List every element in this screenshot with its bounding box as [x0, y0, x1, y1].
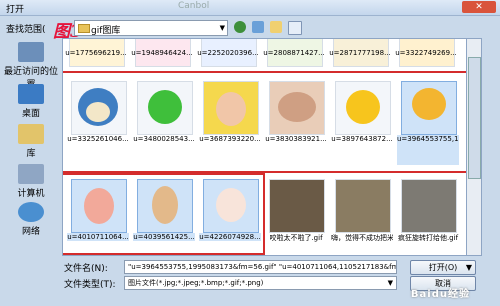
file-item-selected[interactable]: u=3964553755,1995083173&fm=56.gif — [397, 79, 459, 165]
file-list[interactable]: u=1775696219... u=1948946424... u=225202… — [62, 38, 468, 256]
window-title: 打开 — [6, 5, 25, 15]
scrollbar-thumb[interactable] — [468, 57, 481, 179]
file-item[interactable]: 嗨，觉得不成功把米.gif — [331, 177, 393, 246]
up-folder-icon[interactable] — [251, 21, 264, 33]
thumbnail — [335, 81, 391, 135]
emoticon-image — [346, 90, 380, 124]
bottom-panel: 文件名(N): "u=3964553755,1995083173&fm=56.g… — [0, 256, 500, 306]
chevron-down-icon: ▼ — [387, 279, 393, 287]
file-item[interactable]: u=3480028543... — [133, 79, 195, 148]
thumbnail — [401, 81, 457, 135]
cartoon-face — [86, 102, 110, 122]
file-caption: u=3687393220... — [199, 135, 261, 143]
library-icon — [18, 124, 44, 144]
thumbnail — [335, 179, 391, 233]
cartoon-image — [152, 186, 178, 224]
thumbnail — [71, 81, 127, 135]
file-item-selected[interactable]: u=4010711064... — [67, 177, 129, 246]
file-caption: u=3322749269... — [395, 49, 457, 57]
look-in-value: gif图库 — [91, 26, 121, 36]
thumbnail — [401, 179, 457, 233]
bunny-image — [216, 188, 246, 222]
file-caption: u=2252020396... — [197, 49, 259, 57]
look-in-row: 查找范围( 图3 gif图库 ▼ — [0, 16, 500, 42]
thumbnail — [269, 179, 325, 233]
thumbnail — [203, 179, 259, 233]
places-bar: 最近访问的位置 桌面 库 计算机 网络 — [0, 38, 62, 254]
place-computer[interactable]: 计算机 — [0, 164, 62, 199]
file-caption: 嗨，觉得不成功把米.gif — [331, 234, 393, 242]
file-caption: 疯狂旋转打给他.gif — [397, 234, 459, 242]
folder-icon — [78, 24, 90, 33]
network-icon — [18, 202, 44, 222]
file-item-selected[interactable]: u=4226074928... — [199, 177, 261, 246]
new-folder-icon[interactable] — [269, 21, 282, 33]
file-caption: 咬啦太不啦了.gif — [269, 234, 323, 242]
file-item[interactable]: 咬啦太不啦了.gif — [265, 177, 327, 246]
file-caption: u=1948946424... — [131, 49, 193, 57]
file-caption: u=4226074928... — [199, 233, 261, 241]
file-item-selected[interactable]: u=4039561425... — [133, 177, 195, 246]
place-label: 网络 — [21, 227, 40, 237]
file-caption: u=2808871427... — [263, 49, 325, 57]
place-desktop[interactable]: 桌面 — [0, 84, 62, 119]
file-caption: u=3830383921... — [265, 135, 327, 143]
back-icon[interactable] — [234, 21, 246, 33]
look-in-label: 查找范围( — [6, 25, 46, 35]
cartoon-image — [84, 188, 114, 224]
title-bar: 打开 Canbol ✕ — [0, 0, 500, 16]
open-button-label: 打开(O) — [428, 263, 458, 272]
file-caption: u=3964553755,1995083173&fm=56.gif — [397, 135, 459, 165]
place-label: 库 — [26, 149, 36, 159]
file-caption: u=1775696219... — [65, 49, 127, 57]
thumbnail — [269, 81, 325, 135]
watermark: Baidu经验 — [410, 289, 470, 300]
file-item[interactable]: u=3687393220... — [199, 79, 261, 148]
file-caption: u=3325261046... — [67, 135, 129, 143]
mushroom-image — [412, 88, 446, 120]
background-window-title: Canbol — [178, 1, 210, 11]
place-label: 桌面 — [21, 109, 40, 119]
filetype-label: 文件类型(T): — [64, 280, 116, 290]
photo-image — [278, 92, 316, 122]
open-button[interactable]: 打开(O) ▼ — [410, 260, 476, 275]
file-caption: u=3480028543... — [133, 135, 195, 143]
view-menu-icon[interactable] — [287, 21, 302, 35]
look-in-combo[interactable]: gif图库 ▼ — [74, 20, 228, 36]
cartoon-image — [148, 90, 182, 124]
computer-icon — [18, 164, 44, 184]
file-caption: u=2871777198... — [329, 49, 391, 57]
file-item[interactable]: u=3897643872... — [331, 79, 393, 148]
filetype-value: 图片文件(*.jpg;*.jpeg;*.bmp;*.gif;*.png) — [128, 279, 264, 287]
chevron-down-icon: ▼ — [465, 263, 472, 272]
thumbnail — [203, 81, 259, 135]
file-caption: u=4039561425... — [133, 233, 195, 241]
file-item[interactable]: u=3325261046... — [67, 79, 129, 148]
file-caption: u=4010711064... — [67, 233, 129, 241]
place-library[interactable]: 库 — [0, 124, 62, 159]
thumbnail — [137, 179, 193, 233]
thumbnail — [137, 81, 193, 135]
file-caption: u=3897643872... — [331, 135, 393, 143]
file-item[interactable]: 疯狂旋转打给他.gif — [397, 177, 459, 246]
chevron-down-icon: ▼ — [219, 24, 225, 32]
recent-places-icon — [18, 42, 44, 62]
place-network[interactable]: 网络 — [0, 202, 62, 237]
filename-label: 文件名(N): — [64, 264, 108, 274]
baby-image — [216, 92, 246, 126]
thumbnail — [71, 179, 127, 233]
desktop-icon — [18, 84, 44, 104]
filename-input[interactable]: "u=3964553755,1995083173&fm=56.gif" "u=4… — [124, 260, 397, 274]
nav-toolbar — [234, 21, 305, 35]
file-item[interactable]: u=3830383921... — [265, 79, 327, 148]
close-button[interactable]: ✕ — [462, 1, 496, 13]
place-label: 计算机 — [17, 189, 45, 199]
filetype-select[interactable]: 图片文件(*.jpg;*.jpeg;*.bmp;*.gif;*.png) ▼ — [124, 276, 397, 290]
place-recent[interactable]: 最近访问的位置 — [0, 42, 62, 90]
vertical-scrollbar[interactable] — [466, 38, 482, 256]
